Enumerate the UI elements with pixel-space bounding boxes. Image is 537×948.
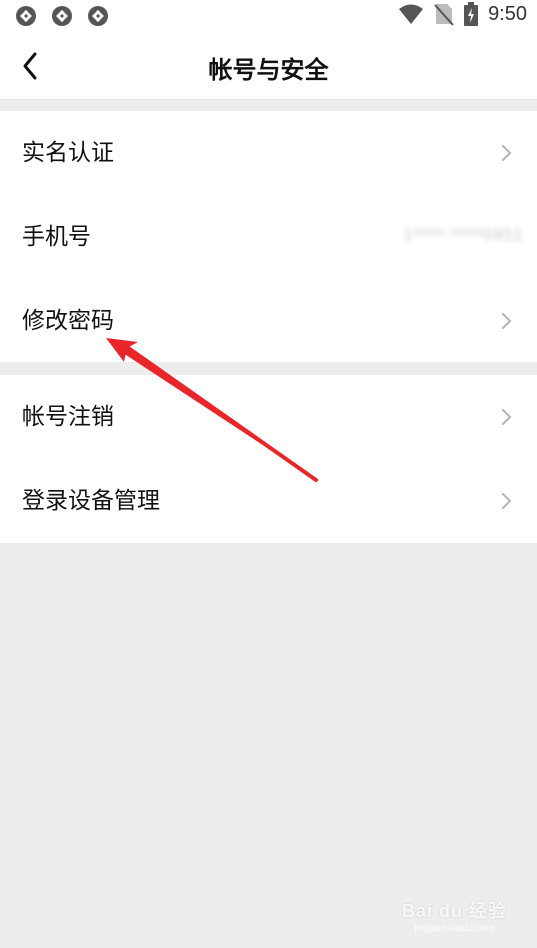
- watermark-sub: jingyan.baidu.com: [414, 923, 495, 934]
- status-time: 9:50: [488, 2, 527, 25]
- chevron-right-icon: [502, 493, 512, 509]
- settings-group-device: 帐号注销 登录设备管理: [0, 375, 537, 543]
- page-title: 帐号与安全: [208, 56, 329, 84]
- status-notifications: [14, 4, 110, 28]
- row-label: 实名认证: [22, 140, 114, 166]
- status-system: 9:50: [398, 2, 527, 26]
- settings-group-account: 实名认证 手机号 1**** ****0451 修改密码: [0, 111, 537, 362]
- row-label: 帐号注销: [22, 404, 114, 430]
- settings-row-cancel-account[interactable]: 帐号注销: [0, 375, 537, 459]
- wifi-icon: [399, 4, 424, 24]
- app-notification-icon: [52, 6, 72, 26]
- status-bar: 9:50: [0, 0, 537, 32]
- nav-bar: 帐号与安全: [0, 32, 537, 100]
- row-label: 手机号: [22, 224, 91, 250]
- settings-row-change-password[interactable]: 修改密码: [0, 279, 537, 363]
- no-sim-icon: [434, 4, 454, 26]
- chevron-right-icon: [502, 313, 512, 329]
- settings-row-phone[interactable]: 手机号 1**** ****0451: [0, 195, 537, 279]
- chevron-right-icon: [502, 145, 512, 161]
- app-notification-icon: [16, 6, 36, 26]
- phone-number-value: 1**** ****0451: [403, 225, 523, 244]
- settings-row-device-management[interactable]: 登录设备管理: [0, 459, 537, 543]
- row-label: 修改密码: [22, 308, 114, 334]
- app-notification-icon: [88, 6, 108, 26]
- watermark-main: Bai du 经验: [401, 901, 507, 921]
- baidu-watermark: Bai du 经验 jingyan.baidu.com: [402, 897, 507, 934]
- row-label: 登录设备管理: [22, 488, 160, 514]
- battery-charging-icon: [464, 2, 479, 26]
- chevron-right-icon: [502, 409, 512, 425]
- settings-row-real-name[interactable]: 实名认证: [0, 111, 537, 195]
